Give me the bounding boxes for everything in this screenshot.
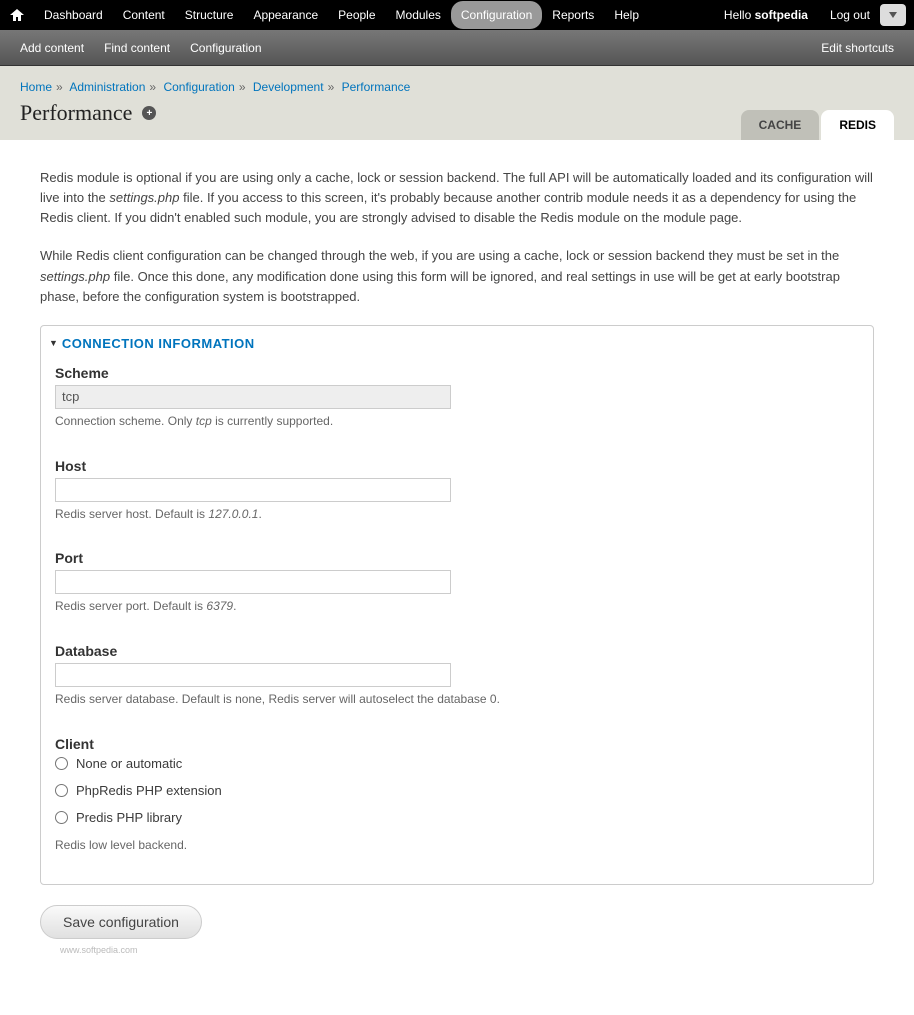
breadcrumb-development[interactable]: Development [253,80,324,94]
client-option-phpredis[interactable]: PhpRedis PHP extension [55,783,859,798]
nav-dashboard[interactable]: Dashboard [34,1,113,29]
host-field: Host Redis server host. Default is 127.0… [55,458,859,523]
nav-modules[interactable]: Modules [386,1,451,29]
add-shortcut-icon[interactable]: + [142,106,156,120]
connection-information-fieldset: ▼ CONNECTION INFORMATION Scheme Connecti… [40,325,874,885]
triangle-down-icon: ▼ [49,338,58,348]
shortcut-configuration[interactable]: Configuration [180,33,271,63]
tab-redis[interactable]: REDIS [821,110,894,140]
nav-appearance[interactable]: Appearance [243,1,328,29]
client-field: Client None or automatic PhpRedis PHP ex… [55,736,859,854]
page-header: Home» Administration» Configuration» Dev… [0,66,914,140]
scheme-field: Scheme Connection scheme. Only tcp is cu… [55,365,859,430]
intro-text: Redis module is optional if you are usin… [40,168,874,307]
toolbar-dropdown-toggle[interactable] [880,4,906,26]
tab-cache[interactable]: CACHE [741,110,820,140]
database-input[interactable] [55,663,451,687]
client-radio-predis[interactable] [55,811,68,824]
breadcrumb-performance[interactable]: Performance [342,80,411,94]
scheme-input [55,385,451,409]
host-input[interactable] [55,478,451,502]
chevron-down-icon [889,12,897,18]
save-configuration-button[interactable]: Save configuration [40,905,202,939]
port-label: Port [55,550,859,566]
breadcrumb-administration[interactable]: Administration [69,80,145,94]
port-field: Port Redis server port. Default is 6379. [55,550,859,615]
edit-shortcuts-link[interactable]: Edit shortcuts [811,33,904,63]
port-input[interactable] [55,570,451,594]
host-label: Host [55,458,859,474]
nav-reports[interactable]: Reports [542,1,604,29]
nav-structure[interactable]: Structure [175,1,244,29]
watermark: www.softpedia.com [60,945,874,955]
shortcut-find-content[interactable]: Find content [94,33,180,63]
nav-content[interactable]: Content [113,1,175,29]
breadcrumb-home[interactable]: Home [20,80,52,94]
fieldset-title: CONNECTION INFORMATION [62,336,255,351]
local-tabs: CACHE REDIS [741,110,894,140]
database-field: Database Redis server database. Default … [55,643,859,708]
breadcrumb: Home» Administration» Configuration» Dev… [20,80,894,94]
client-option-predis[interactable]: Predis PHP library [55,810,859,825]
shortcuts-bar: Add content Find content Configuration E… [0,30,914,66]
breadcrumb-configuration[interactable]: Configuration [163,80,234,94]
database-label: Database [55,643,859,659]
hello-user: Hello softpedia [712,8,820,22]
database-desc: Redis server database. Default is none, … [55,691,859,708]
client-desc: Redis low level backend. [55,837,859,854]
client-radio-none[interactable] [55,757,68,770]
client-radio-phpredis[interactable] [55,784,68,797]
client-label: Client [55,736,859,752]
home-icon[interactable] [0,3,34,28]
logout-link[interactable]: Log out [820,1,880,29]
shortcut-add-content[interactable]: Add content [10,33,94,63]
fieldset-toggle[interactable]: ▼ CONNECTION INFORMATION [41,326,873,359]
scheme-label: Scheme [55,365,859,381]
main-content: Redis module is optional if you are usin… [0,140,914,983]
nav-help[interactable]: Help [604,1,649,29]
nav-configuration[interactable]: Configuration [451,1,542,29]
admin-toolbar: Dashboard Content Structure Appearance P… [0,0,914,30]
page-title: Performance [20,100,132,126]
nav-people[interactable]: People [328,1,385,29]
client-option-none[interactable]: None or automatic [55,756,859,771]
